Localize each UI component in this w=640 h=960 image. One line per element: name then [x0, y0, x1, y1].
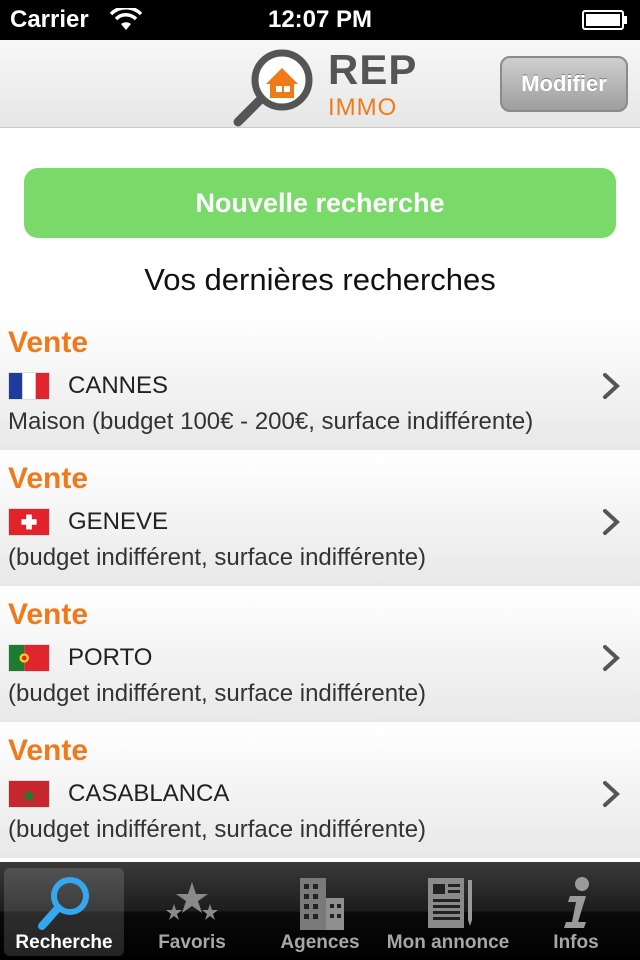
logo-text-bottom: IMMO	[328, 94, 398, 121]
switzerland-flag-icon	[8, 508, 50, 536]
newspaper-icon	[428, 878, 472, 928]
search-city: CANNES	[68, 372, 169, 399]
chevron-right-icon	[603, 781, 620, 807]
status-time: 12:07 PM	[267, 6, 373, 33]
tab-label: Agences	[280, 932, 360, 953]
list-item[interactable]: Vente CANNES Maison (budget 100€ - 200€,…	[0, 316, 640, 452]
magnifier-icon	[38, 877, 89, 930]
search-type: Vente	[8, 326, 89, 359]
search-description: (budget indifférent, surface indifférent…	[8, 816, 427, 843]
tab-recherche[interactable]: Recherche	[4, 868, 124, 956]
status-bar: Carrier 12:07 PM	[0, 0, 640, 40]
buildings-icon	[300, 878, 344, 930]
search-city: GENEVE	[68, 508, 169, 535]
nav-bar: REP IMMO Modifier	[0, 40, 640, 128]
search-description: Maison (budget 100€ - 200€, surface indi…	[8, 408, 534, 435]
france-flag-icon	[8, 372, 50, 400]
chevron-right-icon	[603, 645, 620, 671]
rep-immo-logo: REP IMMO	[232, 44, 416, 128]
search-description: (budget indifférent, surface indifférent…	[8, 544, 427, 571]
tab-favoris[interactable]: Favoris	[132, 868, 252, 956]
search-description: (budget indifférent, surface indifférent…	[8, 680, 427, 707]
info-icon	[564, 877, 589, 928]
tab-label: Recherche	[15, 932, 113, 953]
recent-searches-title: Vos dernières recherches	[144, 262, 496, 297]
new-search-button[interactable]: Nouvelle recherche	[24, 168, 616, 238]
morocco-flag-icon	[8, 780, 50, 808]
search-type: Vente	[8, 734, 89, 767]
search-city: PORTO	[68, 644, 153, 671]
tab-label: Infos	[553, 932, 599, 953]
tab-label: Mon annonce	[386, 932, 510, 953]
tab-label: Favoris	[158, 932, 226, 953]
portugal-flag-icon	[8, 644, 50, 672]
list-item[interactable]: Vente CASABLANCA (budget indifférent, su…	[0, 724, 640, 860]
tab-mon-annonce[interactable]: Mon annonce	[387, 868, 509, 956]
logo-magnifier-house-icon	[233, 49, 313, 127]
list-item[interactable]: Vente PORTO (budget indifférent, surface…	[0, 588, 640, 724]
tab-infos[interactable]: Infos	[516, 868, 636, 956]
tab-agences[interactable]: Agences	[260, 868, 380, 956]
battery-icon	[582, 10, 627, 30]
search-city: CASABLANCA	[68, 780, 230, 807]
stars-icon	[166, 882, 218, 920]
search-type: Vente	[8, 462, 89, 495]
chevron-right-icon	[603, 373, 620, 399]
chevron-right-icon	[603, 509, 620, 535]
list-item[interactable]: Vente GENEVE (budget indifférent, surfac…	[0, 452, 640, 588]
modify-button[interactable]: Modifier	[500, 56, 628, 112]
tab-bar: Recherche Favoris Agences Mon annonce In…	[0, 862, 640, 960]
logo-text-top: REP	[328, 46, 418, 93]
recent-searches-list: Vente CANNES Maison (budget 100€ - 200€,…	[0, 316, 640, 860]
search-type: Vente	[8, 598, 89, 631]
